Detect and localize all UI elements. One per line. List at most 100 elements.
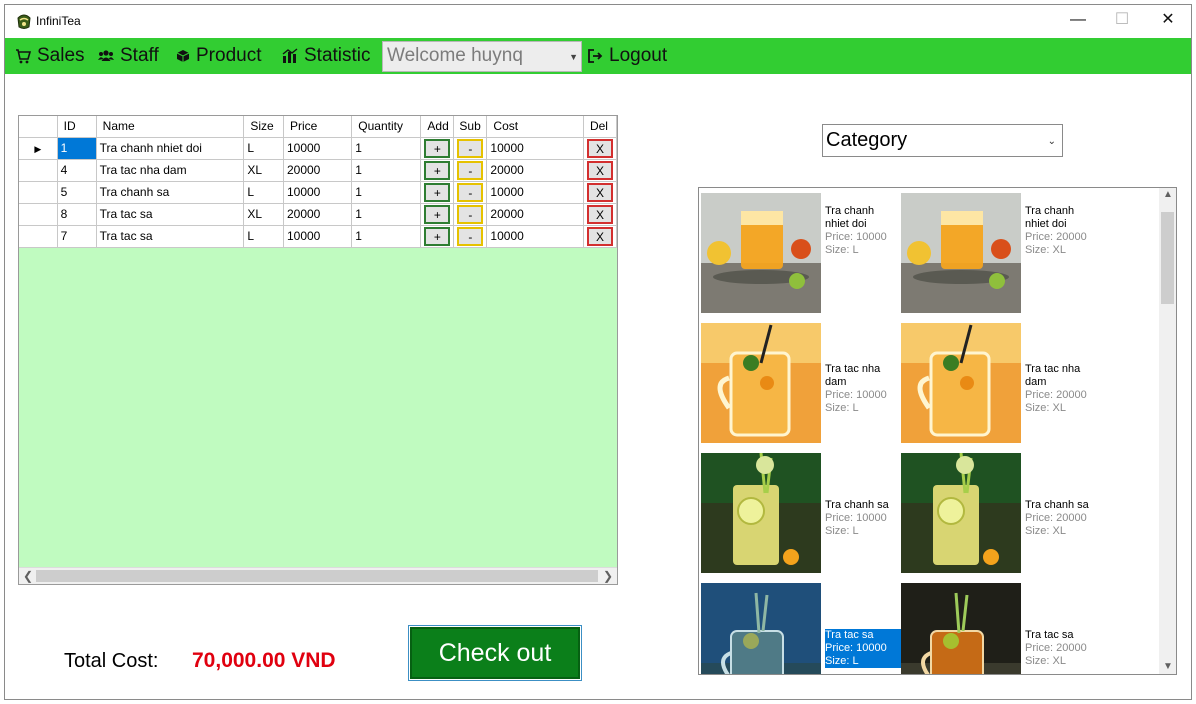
- row-header[interactable]: [19, 225, 58, 248]
- cell-id[interactable]: 7: [57, 225, 97, 248]
- product-info[interactable]: Tra chanh sa Price: 10000 Size: L: [825, 499, 901, 538]
- add-button[interactable]: +: [424, 226, 451, 246]
- cell-name[interactable]: Tra tac nha dam: [96, 159, 245, 182]
- product-info[interactable]: Tra chanh nhiet doi Price: 20000 Size: XL: [1025, 205, 1101, 257]
- cell-cost[interactable]: 10000: [486, 181, 584, 204]
- sub-button[interactable]: -: [457, 182, 484, 202]
- row-header[interactable]: [19, 159, 58, 182]
- cell-name[interactable]: Tra chanh nhiet doi: [96, 137, 245, 160]
- cell-name[interactable]: Tra tac sa: [96, 225, 245, 248]
- cell-price[interactable]: 10000: [283, 137, 353, 160]
- sub-button[interactable]: -: [457, 226, 484, 246]
- cell-id[interactable]: 8: [57, 203, 97, 226]
- maximize-button[interactable]: ☐: [1099, 5, 1145, 37]
- product-card[interactable]: Tra chanh nhiet doi Price: 10000 Size: L: [701, 193, 901, 313]
- product-image[interactable]: [701, 193, 821, 313]
- cell-size[interactable]: L: [243, 137, 284, 160]
- table-row[interactable]: 8 Tra tac sa XL 20000 1 + - 20000 X: [19, 203, 618, 226]
- column-header-quantity[interactable]: Quantity: [351, 116, 422, 138]
- product-card[interactable]: Tra tac sa Price: 10000 Size: L: [701, 583, 901, 674]
- column-header-name[interactable]: Name: [96, 116, 245, 138]
- welcome-dropdown[interactable]: Welcome huynq ▼: [382, 41, 582, 72]
- sub-button[interactable]: -: [457, 160, 484, 180]
- vertical-scrollbar[interactable]: ▲ ▼: [1159, 188, 1176, 674]
- category-dropdown[interactable]: Category ⌄: [822, 124, 1063, 157]
- scroll-thumb[interactable]: [1161, 212, 1174, 304]
- delete-button[interactable]: X: [586, 204, 613, 224]
- scroll-up-arrow-icon[interactable]: ▲: [1163, 189, 1173, 200]
- order-grid[interactable]: ID Name Size Price Quantity Add Sub Cost…: [18, 115, 618, 585]
- cell-quantity[interactable]: 1: [351, 225, 422, 248]
- product-image[interactable]: [901, 323, 1021, 443]
- sub-button[interactable]: -: [457, 204, 484, 224]
- close-button[interactable]: ✕: [1145, 5, 1191, 37]
- menu-logout[interactable]: Logout: [587, 38, 667, 74]
- cell-price[interactable]: 10000: [283, 225, 353, 248]
- product-image[interactable]: [701, 323, 821, 443]
- add-button[interactable]: +: [424, 204, 451, 224]
- delete-button[interactable]: X: [586, 138, 613, 158]
- menu-statistic[interactable]: Statistic: [282, 38, 371, 74]
- product-card[interactable]: Tra chanh sa Price: 10000 Size: L: [701, 453, 901, 573]
- column-header-size[interactable]: Size: [243, 116, 284, 138]
- cell-quantity[interactable]: 1: [351, 159, 422, 182]
- cell-id[interactable]: 5: [57, 181, 97, 204]
- cell-quantity[interactable]: 1: [351, 181, 422, 204]
- product-card[interactable]: Tra chanh sa Price: 20000 Size: XL: [901, 453, 1101, 573]
- scroll-down-arrow-icon[interactable]: ▼: [1163, 661, 1173, 672]
- product-image[interactable]: [701, 583, 821, 674]
- product-image[interactable]: [901, 453, 1021, 573]
- cell-cost[interactable]: 10000: [486, 137, 584, 160]
- product-image[interactable]: [901, 193, 1021, 313]
- table-row[interactable]: 5 Tra chanh sa L 10000 1 + - 10000 X: [19, 181, 618, 204]
- delete-button[interactable]: X: [586, 160, 613, 180]
- menu-staff[interactable]: Staff: [98, 38, 159, 74]
- cell-quantity[interactable]: 1: [351, 137, 422, 160]
- cell-price[interactable]: 20000: [283, 159, 353, 182]
- cell-cost[interactable]: 20000: [486, 159, 584, 182]
- cell-size[interactable]: L: [243, 181, 284, 204]
- add-button[interactable]: +: [424, 160, 451, 180]
- add-button[interactable]: +: [424, 138, 451, 158]
- cell-name[interactable]: Tra chanh sa: [96, 181, 245, 204]
- minimize-button[interactable]: —: [1055, 5, 1101, 37]
- column-header-id[interactable]: ID: [57, 116, 97, 138]
- cell-id[interactable]: 1: [57, 137, 97, 160]
- cell-id[interactable]: 4: [57, 159, 97, 182]
- cell-size[interactable]: XL: [243, 203, 284, 226]
- cell-name[interactable]: Tra tac sa: [96, 203, 245, 226]
- column-header-price[interactable]: Price: [283, 116, 353, 138]
- delete-button[interactable]: X: [586, 182, 613, 202]
- product-info[interactable]: Tra tac sa Price: 20000 Size: XL: [1025, 629, 1101, 668]
- product-info[interactable]: Tra tac nha dam Price: 20000 Size: XL: [1025, 363, 1101, 415]
- cell-size[interactable]: L: [243, 225, 284, 248]
- sub-button[interactable]: -: [457, 138, 484, 158]
- product-info[interactable]: Tra tac sa Price: 10000 Size: L: [825, 629, 901, 668]
- menu-sales[interactable]: Sales: [15, 38, 85, 74]
- product-image[interactable]: [701, 453, 821, 573]
- cell-size[interactable]: XL: [243, 159, 284, 182]
- table-row[interactable]: 7 Tra tac sa L 10000 1 + - 10000 X: [19, 225, 618, 248]
- product-image[interactable]: [901, 583, 1021, 674]
- column-header-cost[interactable]: Cost: [486, 116, 584, 138]
- row-header[interactable]: ▶: [19, 137, 58, 160]
- row-header[interactable]: [19, 181, 58, 204]
- add-button[interactable]: +: [424, 182, 451, 202]
- cell-price[interactable]: 20000: [283, 203, 353, 226]
- column-header-add[interactable]: Add: [420, 116, 455, 138]
- cell-cost[interactable]: 10000: [486, 225, 584, 248]
- table-row[interactable]: 4 Tra tac nha dam XL 20000 1 + - 20000 X: [19, 159, 618, 182]
- scroll-left-arrow-icon[interactable]: ❮: [23, 569, 33, 583]
- scroll-thumb[interactable]: [36, 570, 598, 582]
- product-info[interactable]: Tra chanh sa Price: 20000 Size: XL: [1025, 499, 1101, 538]
- scroll-right-arrow-icon[interactable]: ❯: [603, 569, 613, 583]
- table-row[interactable]: ▶ 1 Tra chanh nhiet doi L 10000 1 + - 10…: [19, 137, 618, 160]
- cell-cost[interactable]: 20000: [486, 203, 584, 226]
- horizontal-scrollbar[interactable]: ❮ ❯: [19, 567, 617, 584]
- column-header-sub[interactable]: Sub: [453, 116, 488, 138]
- row-header[interactable]: [19, 203, 58, 226]
- product-card[interactable]: Tra tac nha dam Price: 20000 Size: XL: [901, 323, 1101, 443]
- column-header-del[interactable]: Del: [583, 116, 618, 138]
- product-panel[interactable]: Tra chanh nhiet doi Price: 10000 Size: L Tr…: [698, 187, 1177, 675]
- product-info[interactable]: Tra tac nha dam Price: 10000 Size: L: [825, 363, 901, 415]
